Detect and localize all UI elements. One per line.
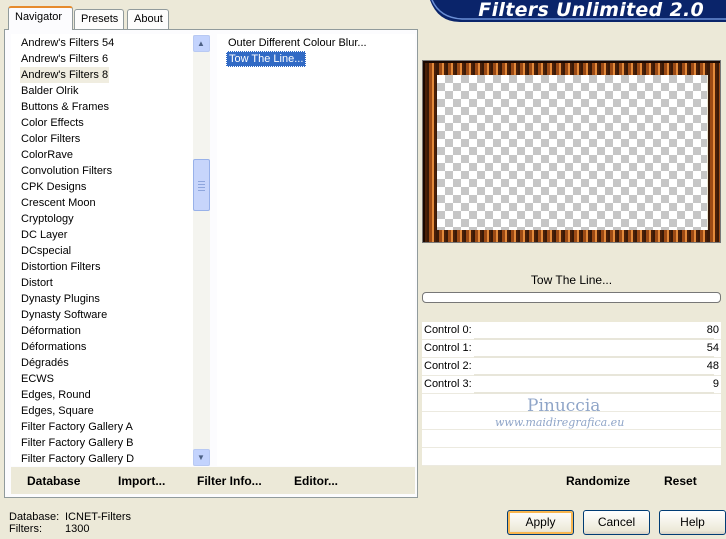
control-row[interactable]: Control 1: 54 xyxy=(422,340,721,358)
category-item[interactable]: Buttons & Frames xyxy=(20,99,110,115)
scroll-up-button[interactable]: ▲ xyxy=(193,35,210,52)
category-item[interactable]: Cryptology xyxy=(20,211,75,227)
category-item[interactable]: Filter Factory Gallery A xyxy=(20,419,134,435)
chevron-down-icon: ▼ xyxy=(197,453,205,462)
reset-button[interactable]: Reset xyxy=(664,474,697,488)
control-label: Control 2: xyxy=(424,360,472,372)
import-button[interactable]: Import... xyxy=(118,474,165,488)
watermark-url: www.maidiregrafica.eu xyxy=(495,416,625,429)
control-row[interactable]: Control 2: 48 xyxy=(422,358,721,376)
control-label: Control 1: xyxy=(424,342,472,354)
category-item[interactable]: Déformations xyxy=(20,339,87,355)
scroll-thumb[interactable] xyxy=(193,159,210,211)
controls-panel: Control 0: 80 Control 1: 54 Control 2: 48 Cont… xyxy=(422,322,721,466)
status-database-label: Database: xyxy=(9,511,60,523)
filter-item[interactable]: Outer Different Colour Blur... xyxy=(226,36,369,52)
status-info: Database: ICNET-Filters Filters: 1300 xyxy=(9,511,131,535)
status-filters-label: Filters: xyxy=(9,523,42,535)
category-item[interactable]: Dynasty Plugins xyxy=(20,291,101,307)
control-label: Control 3: xyxy=(424,378,472,390)
watermark-name: Pinuccia xyxy=(527,396,601,416)
category-item[interactable]: Andrew's Filters 54 xyxy=(20,35,115,51)
tab-about[interactable]: About xyxy=(127,9,169,29)
control-value[interactable]: 80 xyxy=(707,324,719,336)
control-value[interactable]: 48 xyxy=(707,360,719,372)
category-item[interactable]: Color Effects xyxy=(20,115,85,131)
category-item[interactable]: Andrew's Filters 6 xyxy=(20,51,109,67)
filter-info-button[interactable]: Filter Info... xyxy=(197,474,262,488)
cancel-button[interactable]: Cancel xyxy=(583,510,650,535)
control-row xyxy=(422,448,721,466)
progress-bar xyxy=(422,292,721,303)
category-item[interactable]: Convolution Filters xyxy=(20,163,113,179)
help-button[interactable]: Help xyxy=(659,510,726,535)
randomize-button[interactable]: Randomize xyxy=(566,474,630,488)
category-item[interactable]: ECWS xyxy=(20,371,55,387)
tab-presets[interactable]: Presets xyxy=(74,9,124,29)
preview-image xyxy=(422,60,721,243)
status-database-value: ICNET-Filters xyxy=(65,511,131,523)
category-item[interactable]: ColorRave xyxy=(20,147,74,163)
category-item[interactable]: DCspecial xyxy=(20,243,72,259)
category-item[interactable]: Balder Olrik xyxy=(20,83,79,99)
effect-name: Tow The Line... xyxy=(422,269,721,291)
database-button[interactable]: Database xyxy=(27,474,80,488)
tab-navigator[interactable]: Navigator xyxy=(8,6,73,30)
category-item[interactable]: Distort xyxy=(20,275,54,291)
category-item[interactable]: Andrew's Filters 8 xyxy=(20,67,110,83)
control-value[interactable]: 9 xyxy=(713,378,719,390)
control-row[interactable]: Control 0: 80 xyxy=(422,322,721,340)
category-item[interactable]: Edges, Round xyxy=(20,387,92,403)
control-row xyxy=(422,430,721,448)
control-label: Control 0: xyxy=(424,324,472,336)
apply-button[interactable]: Apply xyxy=(507,510,574,535)
category-item[interactable]: Filter Factory Gallery B xyxy=(20,435,134,451)
filter-item-selected[interactable]: Tow The Line... xyxy=(226,51,307,67)
title-banner: Filters Unlimited 2.0 xyxy=(430,0,726,22)
category-item[interactable]: DC Layer xyxy=(20,227,68,243)
category-item[interactable]: Distortion Filters xyxy=(20,259,101,275)
filter-list[interactable]: Outer Different Colour Blur... Tow The L… xyxy=(217,34,415,466)
editor-button[interactable]: Editor... xyxy=(294,474,338,488)
category-list[interactable]: Andrew's Filters 54 Andrew's Filters 6 And… xyxy=(11,34,210,466)
category-item[interactable]: Crescent Moon xyxy=(20,195,97,211)
category-item[interactable]: Edges, Square xyxy=(20,403,95,419)
category-item[interactable]: Dynasty Software xyxy=(20,307,108,323)
control-row[interactable]: Control 3: 9 xyxy=(422,376,721,394)
control-value[interactable]: 54 xyxy=(707,342,719,354)
category-item[interactable]: CPK Designs xyxy=(20,179,87,195)
scroll-down-button[interactable]: ▼ xyxy=(193,449,210,466)
category-item[interactable]: Filter Factory Gallery D xyxy=(20,451,135,466)
chevron-up-icon: ▲ xyxy=(197,39,205,48)
app-title: Filters Unlimited 2.0 xyxy=(478,0,704,21)
category-item[interactable]: Color Filters xyxy=(20,131,81,147)
category-item[interactable]: Déformation xyxy=(20,323,82,339)
category-item[interactable]: Dégradés xyxy=(20,355,70,371)
category-scrollbar[interactable]: ▲ ▼ xyxy=(193,35,210,466)
status-filters-value: 1300 xyxy=(65,523,90,535)
